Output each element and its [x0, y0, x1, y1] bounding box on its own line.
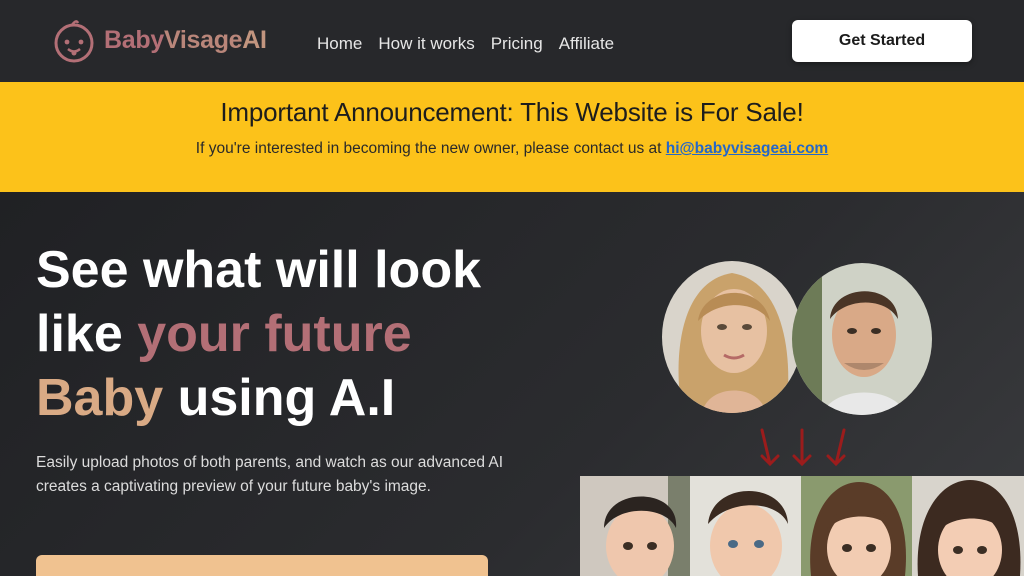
- hero-cta-button[interactable]: [36, 555, 488, 576]
- site-header: BabyVisageAI Home How it works Pricing A…: [0, 0, 1024, 82]
- logo[interactable]: BabyVisageAI: [50, 16, 267, 64]
- headline-highlight-future: your future: [137, 305, 412, 363]
- announcement-title: Important Announcement: This Website is …: [220, 97, 804, 127]
- logo-text-baby: Baby: [104, 25, 164, 54]
- nav-home[interactable]: Home: [317, 34, 362, 54]
- headline-line-3: using A.I: [163, 369, 396, 427]
- baby-result-photo-1: [580, 476, 692, 576]
- get-started-button[interactable]: Get Started: [792, 20, 972, 62]
- nav-pricing[interactable]: Pricing: [491, 34, 543, 54]
- arrows-down-icon: [760, 428, 846, 467]
- logo-text: BabyVisageAI: [104, 26, 267, 55]
- baby-result-photo-3: [801, 476, 913, 576]
- nav-how-it-works[interactable]: How it works: [378, 34, 474, 54]
- father-photo: [792, 263, 932, 415]
- logo-text-visage: Visage: [163, 25, 243, 54]
- announcement-body: If you're interested in becoming the new…: [195, 140, 662, 157]
- hero-subtitle: Easily upload photos of both parents, an…: [36, 454, 504, 495]
- headline-highlight-baby: Baby: [36, 369, 164, 427]
- baby-result-photo-2: [690, 476, 802, 576]
- main-nav: Home How it works Pricing Affiliate: [317, 34, 614, 54]
- logo-text-ai: AI: [242, 25, 267, 54]
- baby-face-icon: [54, 20, 94, 63]
- baby-result-photo-4: [912, 476, 1024, 576]
- nav-affiliate[interactable]: Affiliate: [559, 34, 614, 54]
- announcement-banner: Important Announcement: This Website is …: [0, 82, 1024, 192]
- headline-line-2: like: [36, 305, 138, 363]
- announcement-text: If you're interested in becoming the new…: [0, 140, 1024, 158]
- headline-line-1: See what will look: [36, 241, 481, 299]
- mother-photo: [662, 261, 802, 413]
- contact-email-link[interactable]: hi@babyvisageai.com: [666, 140, 828, 157]
- hero-headline: See what will look like your future Baby…: [36, 238, 556, 430]
